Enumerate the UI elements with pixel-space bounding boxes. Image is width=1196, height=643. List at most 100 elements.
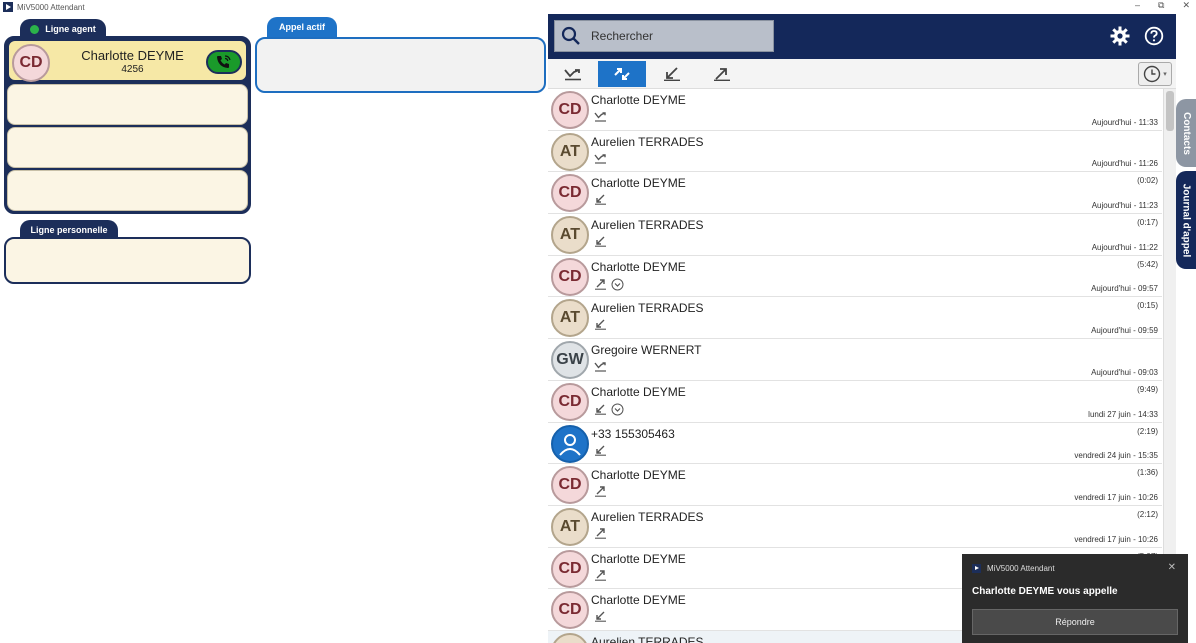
active-call-tab[interactable]: Appel actif [267,17,337,37]
outgoing-call-icon [595,569,606,581]
call-direction [594,361,607,372]
history-period-dropdown[interactable]: ▾ [1138,62,1172,86]
notification-message: Charlotte DEYME vous appelle [972,586,1118,597]
avatar: CD [12,44,50,82]
outgoing-call-icon [595,528,606,539]
agent-slot-empty[interactable] [7,170,248,211]
filter-missed-calls[interactable] [549,61,597,87]
call-log-row[interactable]: CD Charlotte DEYME (0:02) Aujourd'hui - 11:… [548,172,1162,215]
call-timestamp: Aujourd'hui - 11:26 [1091,159,1158,169]
incoming-call-icon [595,236,606,247]
answer-button[interactable]: Répondre [972,609,1178,635]
call-timestamp: Aujourd'hui - 11:23 [1091,201,1158,211]
call-log-row[interactable]: CD Charlotte DEYME Aujourd'hui - 11:33 [548,89,1162,131]
call-direction [594,111,607,122]
call-timestamp: Aujourd'hui - 11:33 [1091,117,1158,127]
call-direction [594,611,607,622]
agent-slot-active[interactable]: CD Charlotte DEYME 4256 [7,39,248,82]
call-log-row[interactable]: AT Aurelien TERRADES (2:12) vendredi 17 jui… [548,505,1162,548]
call-duration: (0:15) [1137,301,1158,311]
avatar: GW [551,341,589,380]
call-log-row[interactable]: CD Charlotte DEYME (9:49) lundi 27 juin - 1… [548,380,1162,423]
answer-call-button[interactable] [206,50,242,74]
call-timestamp: Aujourd'hui - 09:59 [1091,326,1158,336]
phone-icon [217,55,231,68]
search-icon [561,26,580,45]
call-log-row[interactable]: AT Aurelien TERRADES (0:17) Aujourd'hui - 1… [548,214,1162,256]
call-duration: (9:49) [1137,384,1158,394]
search-box[interactable]: Rechercher [554,20,774,52]
search-input[interactable]: Rechercher [591,29,653,43]
notification-header: MiV5000 Attendant [972,564,1055,573]
active-call-panel [255,37,546,93]
close-window-button[interactable]: ✕ [1182,0,1190,11]
window-controls: – ⧉ ✕ [1135,0,1190,11]
avatar: CD [551,174,589,213]
call-duration: (5:42) [1137,259,1158,269]
call-log-row[interactable]: CD Charlotte DEYME (5:42) Aujourd'hui - 09:… [548,255,1162,298]
gear-icon[interactable] [1110,26,1130,46]
personal-line-slot[interactable] [4,237,251,284]
call-direction [594,403,624,416]
caller-name: Charlotte DEYME [591,593,686,608]
avatar: AT [551,507,589,546]
caller-name: Aurelien TERRADES [591,218,704,233]
caller-name: Aurelien TERRADES [591,509,704,524]
top-bar: Rechercher [548,14,1176,59]
call-duration: (2:12) [1137,509,1158,519]
call-direction [594,278,624,291]
call-timestamp: vendredi 24 juin - 15:35 [1074,451,1158,461]
call-timestamp: lundi 27 juin - 14:33 [1088,409,1158,419]
call-log-row[interactable]: CD Charlotte DEYME (1:36) vendredi 17 juin … [548,464,1162,506]
close-icon[interactable]: ✕ [1168,562,1176,573]
tab-call-journal[interactable]: Journal d'appel [1176,171,1196,269]
avatar: AT [551,299,589,338]
outgoing-call-icon [714,68,730,81]
incoming-call-icon [595,445,606,456]
all-calls-icon [614,68,630,80]
agent-line-panel: CD Charlotte DEYME 4256 [4,36,251,214]
call-direction [594,194,607,206]
call-timestamp: Aujourd'hui - 09:03 [1091,367,1158,377]
filter-incoming-calls[interactable] [648,61,696,87]
status-dot [30,24,40,34]
avatar: CD [551,466,589,505]
filter-outgoing-calls[interactable] [698,61,746,87]
caller-name: Gregoire WERNERT [591,343,702,358]
window-title: MiV5000 Attendant [17,2,85,12]
call-log-row[interactable]: AT Aurelien TERRADES (0:15) Aujourd'hui - 0… [548,297,1162,340]
call-direction [594,445,607,456]
call-log-row[interactable]: AT Aurelien TERRADES Aujourd'hui - 11:26 [548,130,1162,173]
caller-name: Charlotte DEYME [591,468,686,483]
call-log-row[interactable]: GW Gregoire WERNERT Aujourd'hui - 09:03 [548,339,1162,381]
avatar [551,424,589,463]
tab-call-journal-label: Journal d'appel [1180,183,1192,257]
help-icon[interactable] [1144,26,1164,46]
caller-name: Aurelien TERRADES [591,634,704,643]
outgoing-call-icon [595,486,606,497]
scrollbar-thumb[interactable] [1166,91,1174,131]
caller-name: Charlotte DEYME [591,384,686,399]
notification-app-name: MiV5000 Attendant [987,564,1055,573]
personal-line-label: Ligne personnelle [30,225,108,235]
incoming-call-notification: MiV5000 Attendant ✕ Charlotte DEYME vous… [962,554,1188,643]
minimize-button[interactable]: – [1135,0,1140,11]
incoming-call-icon [595,404,606,415]
filter-all-calls[interactable] [598,61,646,87]
agent-name: Charlotte DEYME [81,48,184,63]
call-log-row[interactable]: +33 155305463 (2:19) vendredi 24 juin - 15… [548,422,1162,465]
restore-button[interactable]: ⧉ [1158,0,1164,11]
call-direction [594,486,607,497]
tab-contacts-label: Contacts [1180,111,1192,155]
expand-chevron-icon[interactable] [611,403,624,416]
agent-slot-empty[interactable] [7,84,248,125]
agent-slot-empty[interactable] [7,127,248,168]
call-duration: (0:17) [1137,218,1158,228]
tab-contacts[interactable]: Contacts [1176,99,1196,167]
call-timestamp: vendredi 17 juin - 10:26 [1074,534,1158,544]
incoming-call-icon [595,194,606,206]
caller-name: Charlotte DEYME [591,93,686,107]
expand-chevron-icon[interactable] [611,278,624,291]
clock-icon [1144,65,1161,83]
caller-name: Charlotte DEYME [591,176,686,191]
